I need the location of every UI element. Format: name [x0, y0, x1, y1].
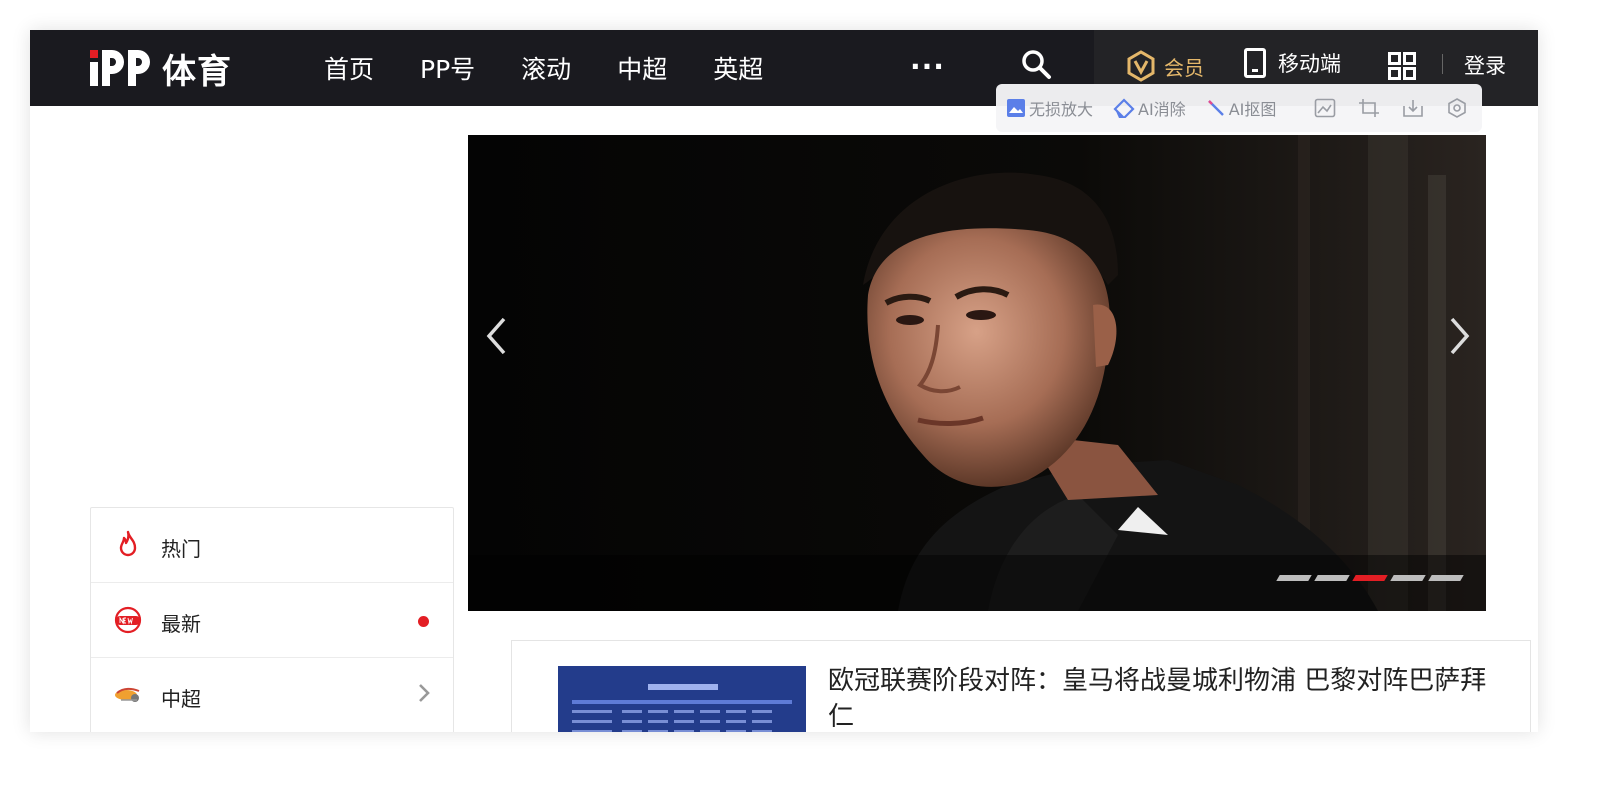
erase-tool-button[interactable]: AI消除: [1113, 96, 1186, 120]
carousel-prev-arrow-icon[interactable]: [484, 315, 510, 357]
matting-tool-label: AI抠图: [1228, 100, 1277, 119]
settings-hex-icon[interactable]: [1446, 98, 1468, 118]
upscale-tool-button[interactable]: 无损放大: [1006, 96, 1093, 120]
eraser-icon: [1113, 98, 1135, 118]
fire-icon: [119, 530, 137, 557]
vip-label: 会员: [1164, 55, 1204, 80]
chevron-right-icon: [419, 684, 430, 702]
search-icon[interactable]: [1020, 48, 1052, 80]
news-item[interactable]: 欧冠联赛阶段对阵：皇马将战曼城利物浦 巴黎对阵巴萨拜仁: [511, 640, 1531, 732]
carousel-indicator[interactable]: [1428, 575, 1464, 581]
image-tools-toolbar: 无损放大 AI消除 AI抠图: [996, 84, 1482, 132]
download-icon[interactable]: [1402, 98, 1424, 118]
page-frame: 体育 首页 PP号 滚动 中超 英超 ··· 会员 移动端 登录 热门 最新 中…: [30, 30, 1538, 732]
mobile-app-button[interactable]: 移动端: [1244, 48, 1341, 78]
sidebar-item-csl[interactable]: 中超: [91, 658, 453, 732]
carousel-indicator[interactable]: [1390, 575, 1426, 581]
new-badge-icon: [114, 606, 142, 634]
nav-item-pp[interactable]: PP号: [420, 50, 475, 86]
sidebar-item-label: 中超: [161, 687, 201, 711]
nav-more-button[interactable]: ···: [910, 50, 945, 83]
carousel-indicator[interactable]: [1276, 575, 1312, 581]
unread-dot: [418, 616, 429, 627]
news-title[interactable]: 欧冠联赛阶段对阵：皇马将战曼城利物浦 巴黎对阵巴萨拜仁: [828, 663, 1488, 732]
carousel-indicator[interactable]: [1314, 575, 1350, 581]
sidebar-item-latest[interactable]: 最新: [91, 583, 453, 658]
carousel-photo[interactable]: [468, 135, 1486, 611]
nav-item-scroll[interactable]: 滚动: [521, 50, 571, 86]
vip-shield-icon: [1127, 50, 1155, 82]
csl-logo-icon: [115, 687, 140, 702]
sidebar-item-hot[interactable]: 热门: [91, 508, 453, 583]
magic-wand-icon: [1207, 100, 1224, 116]
mobile-label: 移动端: [1278, 52, 1341, 76]
nav-item-home[interactable]: 首页: [324, 50, 374, 86]
news-thumbnail[interactable]: [558, 666, 806, 732]
hero-carousel[interactable]: [468, 135, 1486, 611]
carousel-indicators: [1276, 575, 1468, 581]
vip-button[interactable]: 会员: [1126, 50, 1204, 82]
crop-icon[interactable]: [1358, 98, 1380, 118]
image-edit-icon[interactable]: [1314, 98, 1336, 118]
main-nav: 首页 PP号 滚动 中超 英超: [324, 30, 809, 106]
carousel-indicator[interactable]: [1352, 575, 1388, 581]
carousel-caption-bar: [468, 555, 1486, 611]
apps-grid-icon[interactable]: [1388, 52, 1416, 80]
carousel-next-arrow-icon[interactable]: [1446, 315, 1472, 357]
mobile-phone-icon: [1244, 48, 1266, 78]
site-logo[interactable]: 体育: [88, 44, 232, 92]
sidebar-item-label: 最新: [161, 612, 201, 636]
matting-tool-button[interactable]: AI抠图: [1206, 96, 1277, 120]
nav-item-csl[interactable]: 中超: [617, 50, 667, 86]
sidebar-item-label: 热门: [161, 537, 201, 561]
image-upscale-icon: [1007, 99, 1025, 117]
logo-text: 体育: [162, 51, 232, 92]
upscale-tool-label: 无损放大: [1029, 100, 1094, 119]
erase-tool-label: AI消除: [1138, 100, 1186, 119]
category-sidebar: 热门 最新 中超: [90, 507, 454, 732]
header-divider: [1442, 54, 1443, 74]
nav-item-epl[interactable]: 英超: [713, 50, 763, 86]
login-button[interactable]: 登录: [1464, 50, 1506, 80]
pp-logo-icon: [90, 50, 150, 86]
